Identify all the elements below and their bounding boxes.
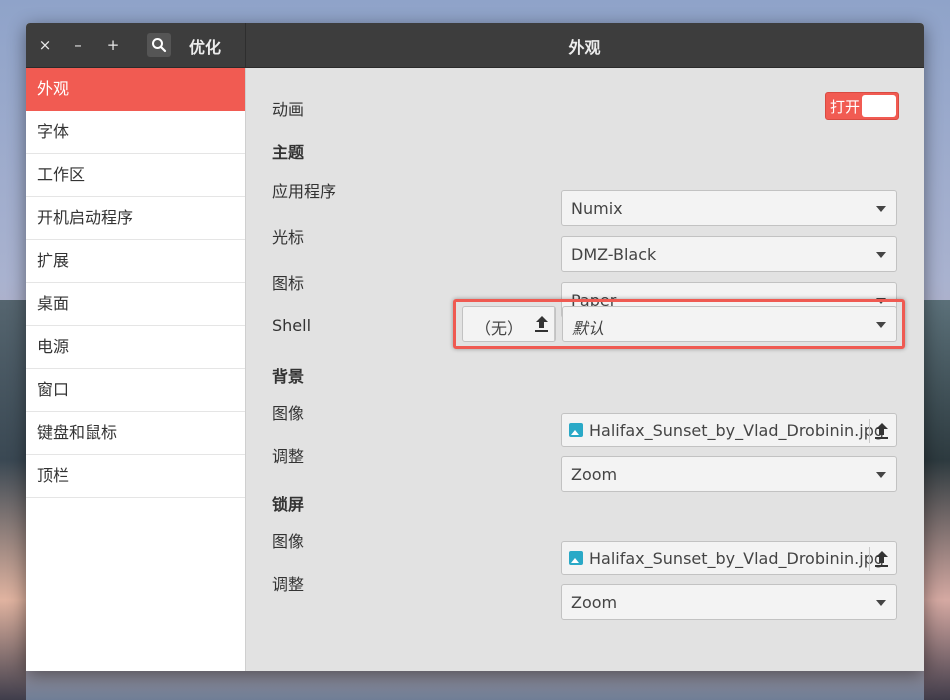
background-image-label: 图像 bbox=[272, 404, 305, 423]
page-title: 外观 bbox=[568, 38, 601, 57]
lockscreen-adjust-value: Zoom bbox=[571, 593, 618, 612]
dropdown-arrow-icon bbox=[876, 322, 886, 328]
animation-toggle[interactable]: 打开 bbox=[825, 92, 899, 120]
titlebar: × – + 优化 外观 bbox=[26, 23, 924, 68]
shell-theme-value: 默认 bbox=[572, 319, 605, 338]
background-adjust-value: Zoom bbox=[571, 465, 618, 484]
theme-section-title: 主题 bbox=[272, 143, 305, 162]
sidebar-item-keyboard-mouse[interactable]: 键盘和鼠标 bbox=[26, 412, 245, 455]
background-image-filename: Halifax_Sunset_by_Vlad_Drobinin.jpg bbox=[589, 421, 885, 440]
image-file-icon bbox=[569, 423, 583, 437]
lockscreen-image-chooser[interactable]: Halifax_Sunset_by_Vlad_Drobinin.jpg bbox=[561, 541, 897, 575]
sidebar: 外观 字体 工作区 开机启动程序 扩展 桌面 电源 窗口 键盘和鼠标 顶栏 bbox=[26, 68, 246, 671]
application-theme-dropdown[interactable]: Numix bbox=[561, 190, 897, 226]
tweaks-window: × – + 优化 外观 外观 字体 工作区 开机启动程序 扩展 桌面 电源 窗口… bbox=[26, 23, 924, 671]
app-title: 优化 bbox=[189, 38, 222, 57]
cursor-theme-value: DMZ-Black bbox=[571, 245, 657, 264]
upload-arrow bbox=[535, 316, 549, 332]
shell-none-label: （无） bbox=[475, 319, 524, 338]
background-section-title: 背景 bbox=[272, 367, 305, 386]
background-adjust-label: 调整 bbox=[272, 447, 305, 466]
desktop-wallpaper-left bbox=[0, 300, 26, 700]
upload-icon bbox=[875, 551, 889, 567]
animation-label: 动画 bbox=[272, 100, 305, 119]
dropdown-arrow-icon bbox=[876, 472, 886, 478]
lockscreen-image-label: 图像 bbox=[272, 532, 305, 551]
lockscreen-adjust-label: 调整 bbox=[272, 575, 305, 594]
sidebar-item-top-bar[interactable]: 顶栏 bbox=[26, 455, 245, 498]
dropdown-arrow-icon bbox=[876, 252, 886, 258]
sidebar-item-workspaces[interactable]: 工作区 bbox=[26, 154, 245, 197]
icon-theme-label: 图标 bbox=[272, 274, 305, 293]
sidebar-item-extensions[interactable]: 扩展 bbox=[26, 240, 245, 283]
minimize-button[interactable]: – bbox=[67, 34, 89, 56]
search-button[interactable] bbox=[147, 33, 171, 57]
lockscreen-section-title: 锁屏 bbox=[272, 495, 305, 514]
titlebar-left: × – + 优化 bbox=[26, 23, 246, 67]
dropdown-arrow-icon bbox=[876, 600, 886, 606]
maximize-button[interactable]: + bbox=[102, 34, 124, 56]
dropdown-arrow-icon bbox=[876, 206, 886, 212]
desktop-wallpaper-right bbox=[924, 300, 950, 700]
image-file-icon bbox=[569, 551, 583, 565]
shell-theme-label: Shell bbox=[272, 316, 312, 335]
sidebar-item-desktop[interactable]: 桌面 bbox=[26, 283, 245, 326]
file-separator bbox=[869, 419, 870, 443]
close-button[interactable]: × bbox=[34, 34, 56, 56]
upload-icon bbox=[875, 423, 889, 439]
upload-icon[interactable] bbox=[535, 316, 549, 332]
sidebar-item-startup-applications[interactable]: 开机启动程序 bbox=[26, 197, 245, 240]
shell-none-separator bbox=[554, 307, 555, 341]
background-adjust-dropdown[interactable]: Zoom bbox=[561, 456, 897, 492]
application-theme-label: 应用程序 bbox=[272, 182, 337, 201]
sidebar-item-appearance[interactable]: 外观 bbox=[26, 68, 245, 111]
sidebar-item-power[interactable]: 电源 bbox=[26, 326, 245, 369]
file-separator bbox=[869, 547, 870, 571]
lockscreen-image-filename: Halifax_Sunset_by_Vlad_Drobinin.jpg bbox=[589, 549, 885, 568]
sidebar-item-windows[interactable]: 窗口 bbox=[26, 369, 245, 412]
settings-panel: 动画 打开 主题 应用程序 Numix 光标 DMZ-Black 图标 Pape… bbox=[246, 68, 924, 671]
cursor-theme-label: 光标 bbox=[272, 228, 305, 247]
shell-theme-dropdown[interactable]: 默认 bbox=[562, 306, 897, 342]
application-theme-value: Numix bbox=[571, 199, 623, 218]
background-image-chooser[interactable]: Halifax_Sunset_by_Vlad_Drobinin.jpg bbox=[561, 413, 897, 447]
cursor-theme-dropdown[interactable]: DMZ-Black bbox=[561, 236, 897, 272]
sidebar-item-fonts[interactable]: 字体 bbox=[26, 111, 245, 154]
search-icon bbox=[152, 38, 167, 53]
toggle-knob bbox=[862, 95, 896, 117]
lockscreen-adjust-dropdown[interactable]: Zoom bbox=[561, 584, 897, 620]
toggle-on-label: 打开 bbox=[830, 98, 861, 116]
